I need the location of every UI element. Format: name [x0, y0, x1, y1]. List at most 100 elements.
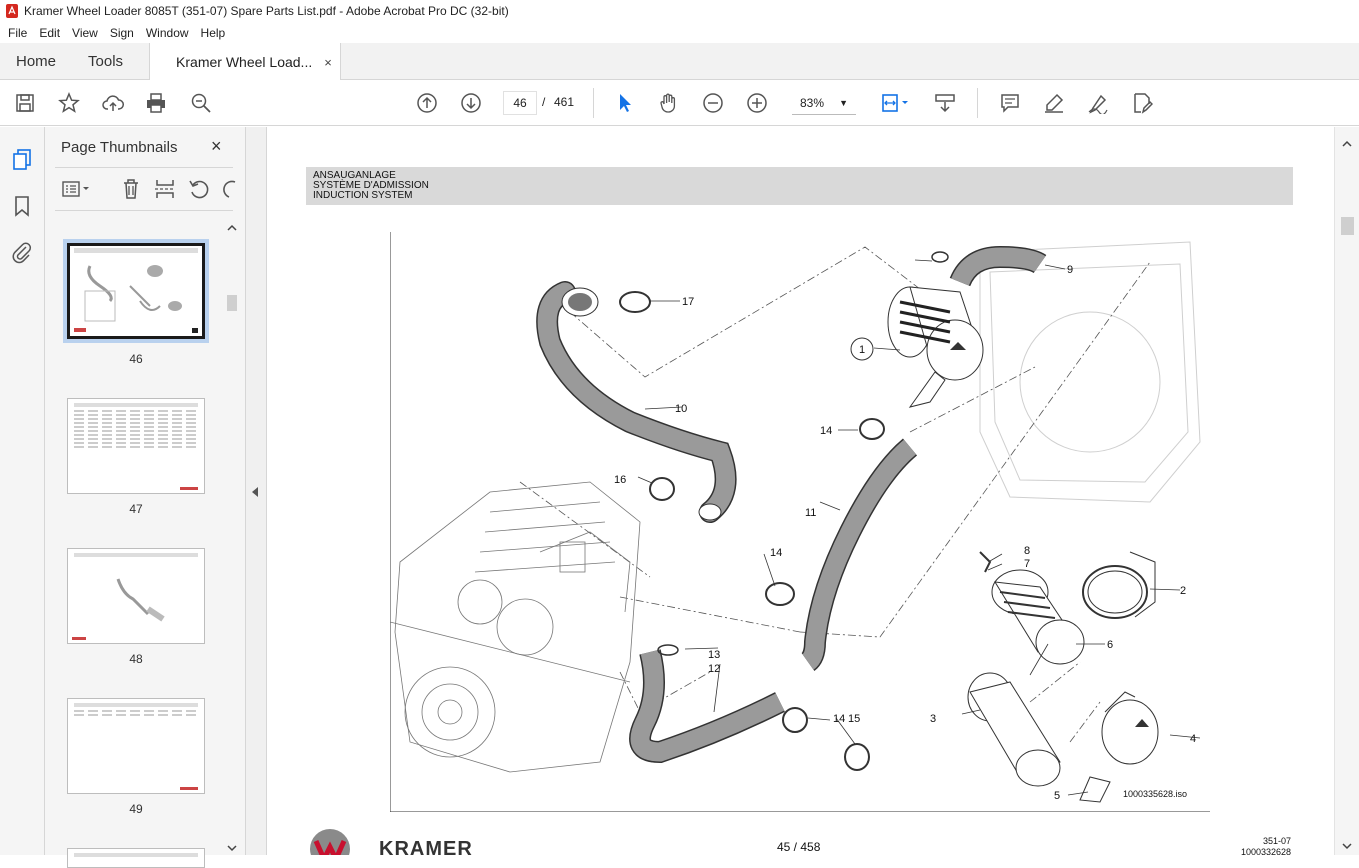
chevron-down-icon: ▼ — [839, 97, 848, 108]
scroll-up-icon[interactable] — [1340, 137, 1354, 151]
scroll-up-icon[interactable] — [225, 221, 239, 235]
tab-tools[interactable]: Tools — [72, 43, 139, 79]
callout-15: 15 — [848, 713, 860, 725]
delete-page-icon[interactable] — [119, 177, 143, 201]
zoom-in-icon[interactable] — [744, 90, 770, 116]
page-number-input[interactable]: 46 — [503, 91, 537, 115]
header-fr: SYSTÈME D'ADMISSION — [313, 180, 429, 191]
scroll-down-icon[interactable] — [1340, 839, 1354, 853]
thumbnail-header — [74, 403, 198, 407]
callout-2: 2 — [1180, 585, 1186, 597]
thumbnail-number: 47 — [129, 502, 143, 516]
zoom-search-icon[interactable] — [188, 90, 214, 116]
callout-10: 10 — [675, 403, 687, 415]
callout-8: 8 — [1024, 545, 1030, 557]
collapse-panel-icon[interactable] — [252, 487, 258, 497]
callout-6: 6 — [1107, 639, 1113, 651]
scroll-thumb[interactable] — [1341, 217, 1354, 235]
page-thumbnails-icon[interactable] — [10, 147, 34, 171]
document-scrollbar[interactable] — [1334, 127, 1359, 855]
thumbnail-toolbar — [45, 175, 245, 205]
callout-5: 5 — [1054, 790, 1060, 802]
toolbar: 46 / 461 83% ▼ — [0, 80, 1359, 126]
rotate-ccw-icon[interactable] — [187, 177, 211, 201]
zoom-out-icon[interactable] — [700, 90, 726, 116]
menu-window[interactable]: Window — [140, 26, 195, 40]
induction-system-diagram: 17 9 1 10 14 16 11 14 8 7 2 6 13 12 14 1… — [390, 232, 1210, 812]
acrobat-icon — [6, 4, 18, 18]
thumbnail-page-47[interactable] — [67, 398, 205, 494]
bookmark-icon[interactable] — [10, 194, 34, 218]
upload-cloud-icon[interactable] — [100, 90, 126, 116]
menu-view[interactable]: View — [66, 26, 104, 40]
callout-14: 14 — [820, 425, 832, 437]
thumbnail-page-49[interactable] — [67, 698, 205, 794]
cover-4 — [1101, 691, 1159, 765]
header-de: ANSAUGANLAGE — [313, 170, 396, 181]
tab-home[interactable]: Home — [0, 43, 72, 79]
footer-page-number: 45 / 458 — [777, 840, 821, 854]
thumbnail-page-50[interactable] — [67, 848, 205, 868]
save-icon[interactable] — [12, 90, 38, 116]
callout-4: 4 — [1190, 733, 1196, 745]
footer-model-code: 351-07 — [1263, 836, 1292, 846]
menu-edit[interactable]: Edit — [33, 26, 66, 40]
attachment-icon[interactable] — [10, 240, 34, 264]
page-total: 461 — [554, 95, 575, 109]
divider — [55, 210, 233, 211]
toolbar-divider — [593, 88, 594, 118]
scroll-down-icon[interactable] — [225, 841, 239, 855]
comment-icon[interactable] — [997, 90, 1023, 116]
menu-sign[interactable]: Sign — [104, 26, 140, 40]
callout-11: 11 — [805, 507, 816, 519]
select-cursor-icon[interactable] — [612, 90, 638, 116]
menu-bar: File Edit View Sign Window Help — [0, 22, 1359, 43]
callout-9: 9 — [1067, 264, 1073, 276]
panel-splitter[interactable] — [245, 127, 267, 855]
kramer-logo-icon — [310, 829, 350, 855]
callout-16: 16 — [614, 474, 626, 486]
callout-17: 17 — [682, 296, 694, 308]
highlight-pen-icon[interactable] — [1041, 90, 1067, 116]
footer-brand: KRAMER — [379, 838, 473, 855]
air-filter-1 — [887, 286, 984, 408]
hose-10 — [536, 281, 737, 523]
thumbnail-panel: Page Thumbnails × 46 47 48 49 — [45, 127, 245, 868]
star-icon[interactable] — [56, 90, 82, 116]
tab-bar: Home Tools Kramer Wheel Load... × — [0, 43, 1359, 81]
zoom-select[interactable]: 83% ▼ — [792, 91, 856, 115]
scroll-thumb[interactable] — [227, 295, 237, 311]
page-down-icon[interactable] — [458, 90, 484, 116]
header-en: INDUCTION SYSTEM — [313, 190, 413, 201]
zoom-value: 83% — [800, 95, 825, 110]
left-navigation-rail — [0, 127, 45, 855]
print-icon[interactable] — [143, 90, 169, 116]
thumbnail-preview — [74, 410, 198, 490]
close-icon[interactable]: × — [211, 136, 222, 157]
tab-document[interactable]: Kramer Wheel Load... × — [149, 43, 341, 81]
sign-pen-icon[interactable] — [1085, 90, 1111, 116]
extract-page-icon[interactable] — [153, 177, 177, 201]
tab-close-icon[interactable]: × — [324, 55, 332, 70]
hand-tool-icon[interactable] — [656, 90, 682, 116]
document-view: ANSAUGANLAGE SYSTÈME D'ADMISSION INDUCTI… — [267, 127, 1334, 855]
page-up-icon[interactable] — [414, 90, 440, 116]
callout-12: 12 — [708, 663, 720, 675]
thumbnail-options-icon[interactable] — [61, 177, 93, 201]
thumbnail-scrollbar[interactable] — [225, 217, 239, 855]
filter-element-3 — [967, 672, 1061, 787]
tab-document-label: Kramer Wheel Load... — [176, 54, 313, 70]
callout-13: 13 — [708, 649, 720, 661]
edit-document-icon[interactable] — [1129, 90, 1155, 116]
thumbnail-page-48[interactable] — [67, 548, 205, 644]
filter-housing-6 — [991, 569, 1085, 665]
menu-help[interactable]: Help — [195, 26, 232, 40]
menu-file[interactable]: File — [2, 26, 33, 40]
rotate-cw-icon[interactable] — [219, 177, 243, 201]
scroll-mode-icon[interactable] — [932, 90, 958, 116]
thumbnail-page-46[interactable] — [63, 239, 209, 343]
callout-3: 3 — [930, 713, 936, 725]
fit-page-icon[interactable] — [876, 90, 912, 116]
thumbnail-number: 48 — [129, 652, 143, 666]
thumbnail-preview — [74, 710, 198, 790]
